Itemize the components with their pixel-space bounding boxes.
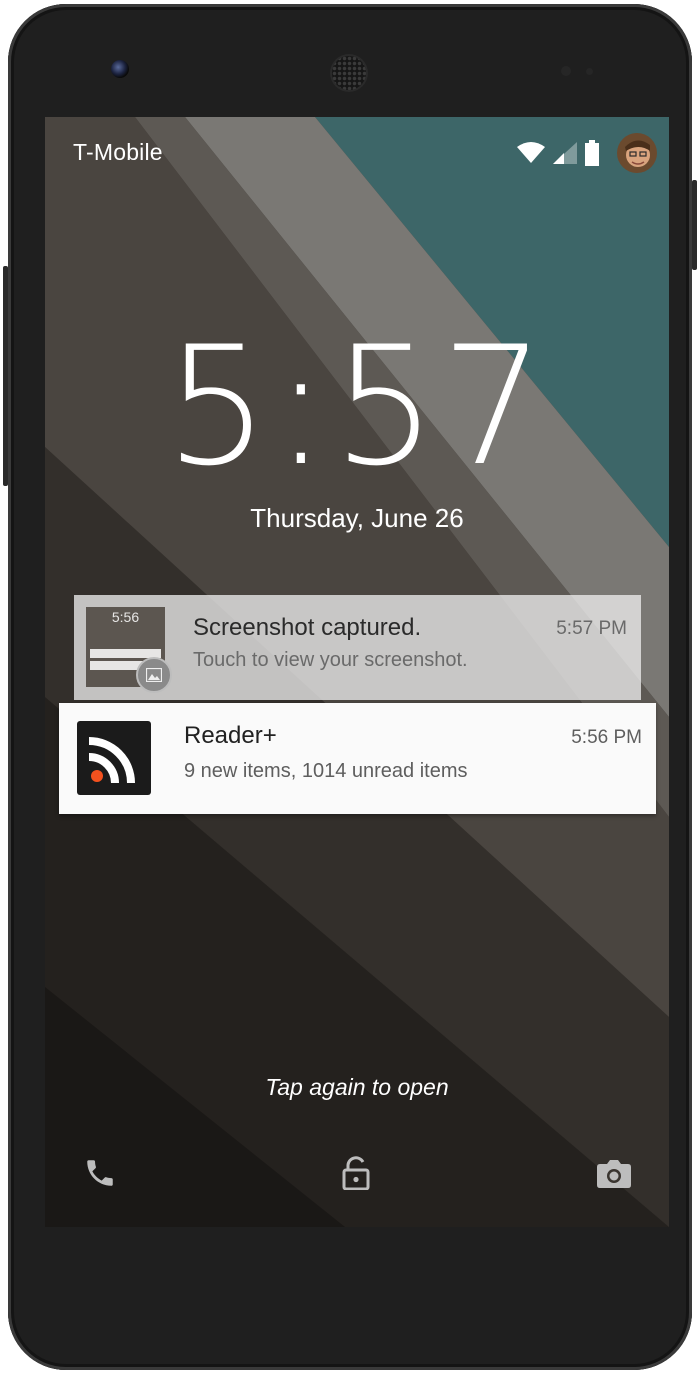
avatar-image xyxy=(617,133,657,173)
thumbnail-time: 5:56 xyxy=(111,609,140,625)
lock-screen[interactable]: T-Mobile 5:57 Thursday, June 26 5:56 Scr… xyxy=(45,117,669,1227)
power-button xyxy=(692,180,697,270)
lock-date: Thursday, June 26 xyxy=(250,503,464,533)
notification-time: 5:56 PM xyxy=(571,727,642,748)
phone-frame: T-Mobile 5:57 Thursday, June 26 5:56 Scr… xyxy=(3,4,697,1370)
volume-button xyxy=(3,266,8,486)
unlock-icon[interactable] xyxy=(338,1155,374,1191)
status-icons xyxy=(517,131,657,175)
user-avatar[interactable] xyxy=(617,133,657,173)
carrier-label: T-Mobile xyxy=(73,139,163,165)
status-bar: T-Mobile xyxy=(45,117,669,187)
front-camera xyxy=(111,60,129,78)
camera-icon[interactable] xyxy=(596,1155,632,1191)
wifi-icon xyxy=(517,142,545,163)
unlock-hint: Tap again to open xyxy=(265,1074,449,1100)
notification-text: 9 new items, 1014 unread items xyxy=(184,760,468,782)
earpiece-speaker xyxy=(332,56,366,90)
rss-icon xyxy=(77,721,151,795)
light-sensor xyxy=(586,68,593,75)
proximity-sensor xyxy=(561,66,571,76)
notification-reader[interactable]: Reader+ 9 new items, 1014 unread items 5… xyxy=(59,703,656,814)
notification-screenshot[interactable]: 5:56 Screenshot captured. Touch to view … xyxy=(74,595,641,700)
notification-time: 5:57 PM xyxy=(556,618,627,639)
phone-icon[interactable] xyxy=(82,1155,118,1191)
notification-title: Reader+ xyxy=(184,722,277,749)
battery-icon xyxy=(585,140,599,166)
notification-text: Touch to view your screenshot. xyxy=(193,649,468,671)
lock-clock: 5:57 xyxy=(164,311,550,502)
cell-signal-icon xyxy=(553,142,577,164)
notification-title: Screenshot captured. xyxy=(193,614,422,641)
image-icon xyxy=(136,657,172,693)
